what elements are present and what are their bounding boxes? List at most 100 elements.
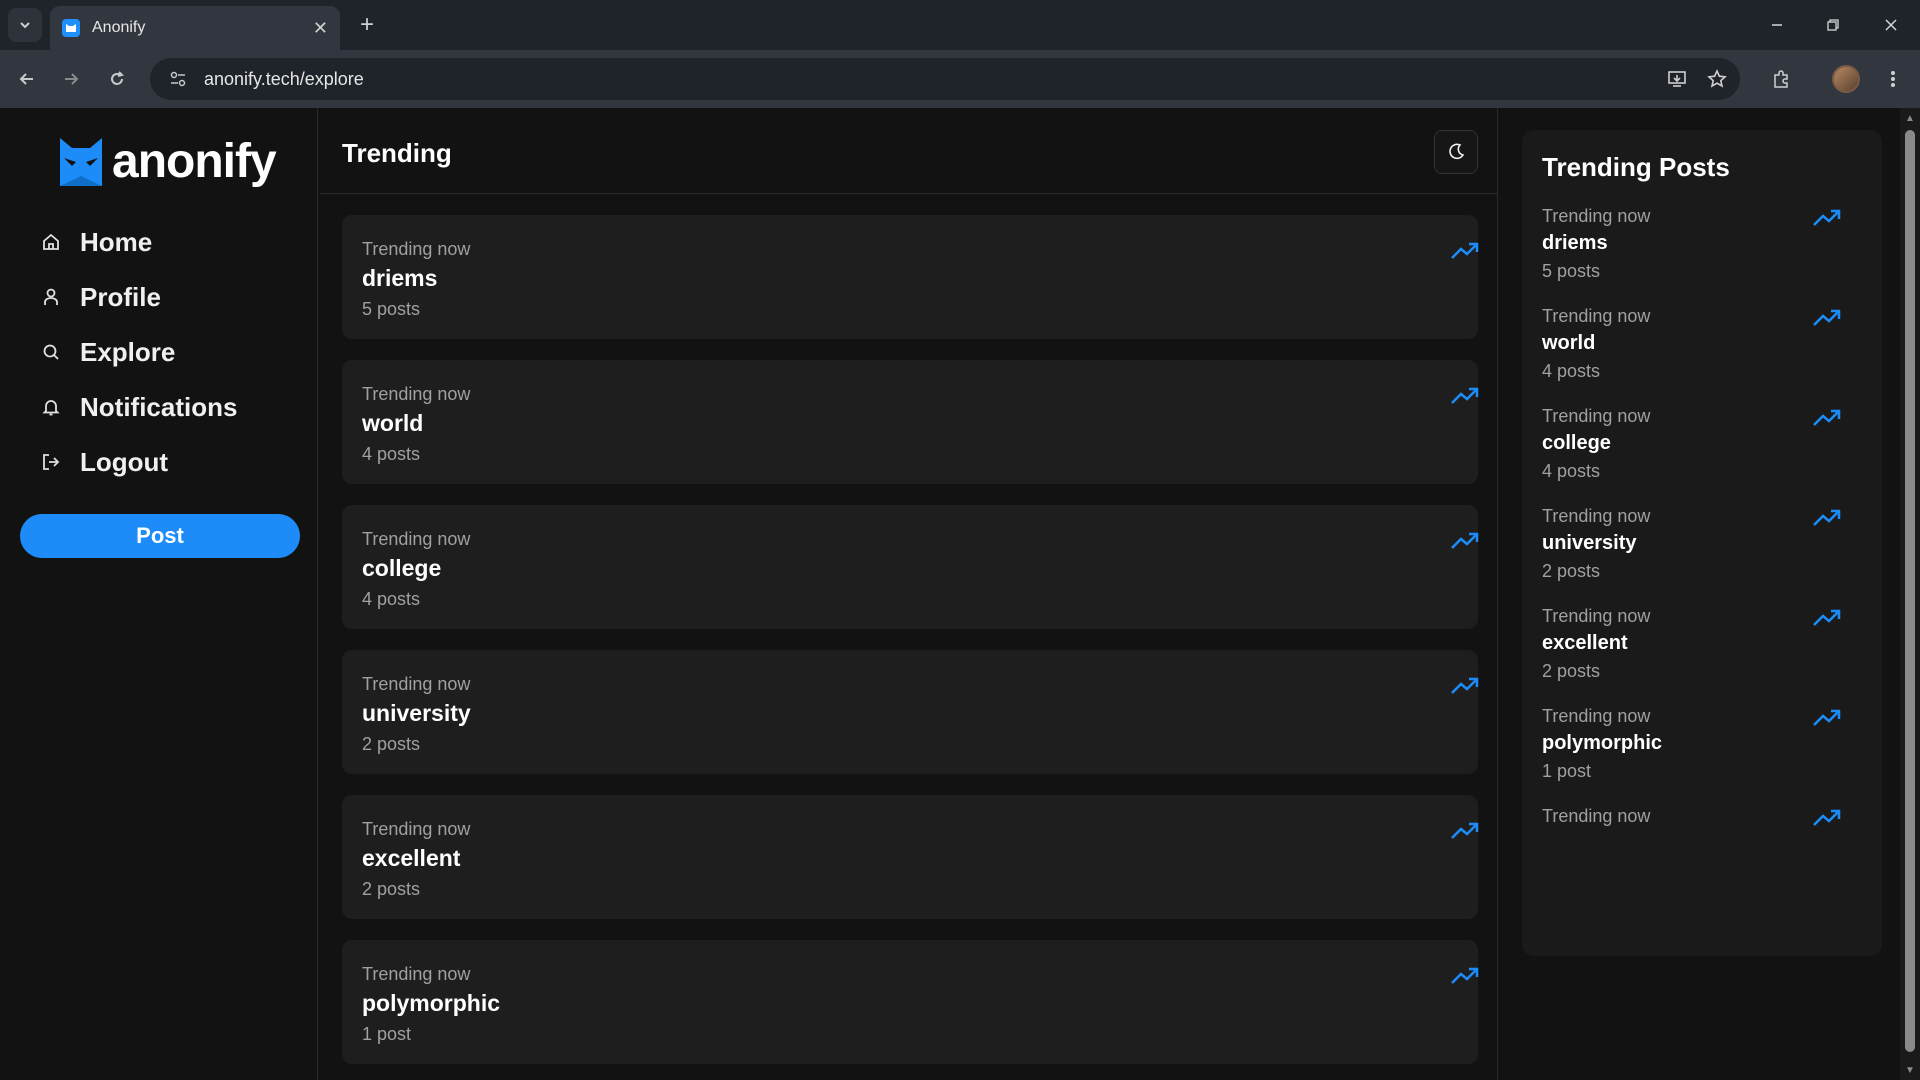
browser-menu-button[interactable] — [1876, 58, 1910, 100]
arrow-left-icon — [19, 73, 33, 85]
trending-post-item[interactable]: Trending now university 2 posts — [1542, 506, 1862, 606]
scroll-up-icon[interactable]: ▲ — [1904, 112, 1916, 124]
forward-button[interactable] — [54, 62, 88, 96]
trending-meta: Trending now — [362, 239, 471, 259]
trending-count: 4 posts — [1542, 361, 1601, 381]
profile-avatar[interactable] — [1832, 65, 1860, 93]
trending-card[interactable]: Trending now university 2 posts — [342, 650, 1479, 774]
nav-explore[interactable]: Explore — [40, 332, 175, 372]
nav-explore-label: Explore — [80, 336, 176, 367]
trending-post-item[interactable]: Trending now polymorphic 1 post — [1542, 706, 1862, 806]
page-scrollbar[interactable]: ▲ ▼ — [1900, 108, 1920, 1080]
nav-home-label: Home — [80, 226, 153, 257]
trending-up-icon — [1813, 409, 1841, 426]
trending-topic: polymorphic — [1542, 732, 1663, 754]
brand-logo[interactable]: anonify — [58, 134, 277, 189]
install-icon — [1668, 71, 1686, 87]
home-icon — [40, 231, 62, 253]
trending-post-item[interactable]: Trending now college 4 posts — [1542, 406, 1862, 506]
browser-tab[interactable]: Anonify ✕ — [50, 6, 340, 50]
trending-card[interactable]: Trending now driems 5 posts — [342, 215, 1479, 339]
bookmark-button[interactable] — [1700, 58, 1734, 100]
restore-button[interactable] — [1808, 8, 1858, 42]
trending-meta: Trending now — [1542, 206, 1651, 226]
trending-meta: Trending now — [1542, 406, 1651, 426]
nav-notifications[interactable]: Notifications — [40, 387, 237, 427]
trending-count: 2 posts — [362, 879, 421, 899]
nav-profile-label: Profile — [80, 281, 161, 312]
extensions-button[interactable] — [1764, 58, 1798, 100]
trending-card[interactable]: Trending now college 4 posts — [342, 505, 1479, 629]
trending-count: 2 posts — [1542, 561, 1601, 581]
url-text: anonify.tech/explore — [204, 68, 364, 89]
trending-up-icon — [1813, 309, 1841, 326]
trending-post-item[interactable]: Trending now world 4 posts — [1542, 306, 1862, 406]
trending-up-icon — [1813, 809, 1841, 826]
trending-count: 1 post — [362, 1024, 412, 1044]
trending-count: 4 posts — [362, 589, 421, 609]
trending-meta: Trending now — [362, 529, 471, 549]
reload-icon — [111, 71, 124, 85]
anonify-favicon-icon — [62, 19, 80, 37]
more-vertical-icon — [1891, 71, 1895, 87]
user-icon — [40, 286, 62, 308]
trending-post-item[interactable]: Trending now driems 5 posts — [1542, 206, 1862, 306]
main-header: Trending — [320, 108, 1498, 194]
browser-toolbar: anonify.tech/explore — [0, 50, 1920, 108]
scroll-down-icon[interactable]: ▼ — [1904, 1064, 1916, 1076]
reload-button[interactable] — [100, 62, 134, 96]
trending-topic: world — [362, 410, 424, 436]
trending-meta: Trending now — [1542, 306, 1651, 326]
close-icon — [1885, 19, 1897, 31]
trending-meta: Trending now — [362, 819, 471, 839]
close-window-button[interactable] — [1866, 8, 1916, 42]
trending-posts-panel: Trending Posts Trending now driems 5 pos… — [1522, 130, 1882, 956]
main-content: Trending Trending now driems 5 posts Tre… — [320, 108, 1498, 1080]
minimize-button[interactable] — [1752, 8, 1802, 42]
trending-count: 5 posts — [1542, 261, 1601, 281]
post-button[interactable]: Post — [20, 514, 300, 558]
theme-toggle-button[interactable] — [1434, 130, 1478, 174]
trending-topic: university — [1542, 532, 1637, 554]
site-settings-icon[interactable] — [166, 67, 190, 91]
trending-up-icon — [1451, 822, 1479, 839]
browser-tabbar: Anonify ✕ + — [0, 0, 1920, 50]
trending-topic: world — [1542, 332, 1596, 354]
back-button[interactable] — [10, 62, 44, 96]
trending-meta: Trending now — [1542, 706, 1651, 726]
trending-topic: driems — [1542, 232, 1608, 254]
trending-up-icon — [1813, 209, 1841, 226]
trending-post-item[interactable]: Trending now excellent 2 posts — [1542, 606, 1862, 706]
install-app-button[interactable] — [1660, 58, 1694, 100]
trending-up-icon — [1451, 242, 1479, 259]
trending-topic: excellent — [362, 845, 461, 871]
trending-meta: Trending now — [362, 674, 471, 694]
trending-topic: driems — [362, 265, 438, 291]
trending-topic: college — [362, 555, 442, 581]
logout-icon — [40, 451, 62, 473]
trending-card[interactable]: Trending now excellent 2 posts — [342, 795, 1479, 919]
tab-search-button[interactable] — [8, 8, 42, 42]
nav-profile[interactable]: Profile — [40, 277, 161, 317]
address-bar[interactable]: anonify.tech/explore — [150, 58, 1740, 100]
trending-card[interactable]: Trending now polymorphic 1 post — [342, 940, 1479, 1064]
tab-close-icon[interactable]: ✕ — [313, 18, 328, 39]
new-tab-button[interactable]: + — [352, 10, 382, 40]
puzzle-icon — [1774, 70, 1788, 88]
trending-up-icon — [1451, 387, 1479, 404]
nav-notifications-label: Notifications — [80, 391, 238, 422]
trending-posts-title: Trending Posts — [1542, 152, 1730, 182]
trending-up-icon — [1451, 677, 1479, 694]
trending-post-item[interactable]: Trending now — [1542, 806, 1862, 906]
app-root: anonify Home Profile Explore Notificatio… — [0, 108, 1920, 1080]
trending-card[interactable]: Trending now world 4 posts — [342, 360, 1479, 484]
trending-count: 2 posts — [1542, 661, 1601, 681]
tab-title: Anonify — [92, 19, 146, 36]
trending-topic: polymorphic — [362, 990, 501, 1016]
trending-topic: university — [362, 700, 471, 726]
scrollbar-thumb[interactable] — [1905, 130, 1915, 1052]
page-title: Trending — [342, 138, 452, 168]
nav-logout[interactable]: Logout — [40, 442, 168, 482]
trending-count: 1 post — [1542, 761, 1592, 781]
nav-home[interactable]: Home — [40, 222, 152, 262]
